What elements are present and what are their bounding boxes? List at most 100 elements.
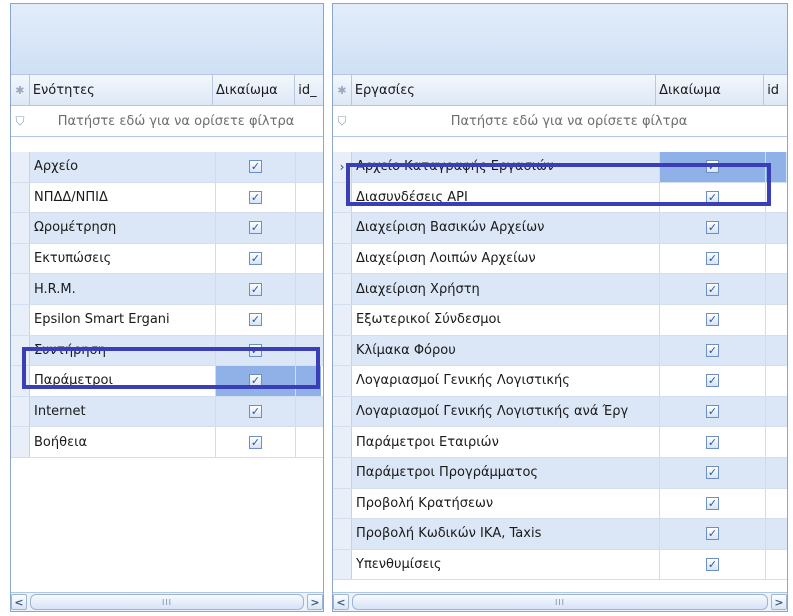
permission-checkbox[interactable]: ✓	[249, 160, 262, 174]
permission-checkbox[interactable]: ✓	[249, 313, 262, 327]
row-name-cell[interactable]: Λογαριασμοί Γενικής Λογιστικής ανά Έργ	[352, 396, 660, 427]
row-name-cell[interactable]: Προβολή Κρατήσεων	[352, 488, 660, 519]
permission-checkbox[interactable]: ✓	[706, 313, 719, 327]
row-indicator[interactable]	[333, 427, 352, 457]
permission-checkbox[interactable]: ✓	[706, 405, 719, 419]
scroll-left-button[interactable]: <	[333, 594, 349, 610]
filter-row[interactable]: ⛉ Πατήστε εδώ για να ορίσετε φίλτρα	[11, 106, 323, 137]
permission-checkbox[interactable]: ✓	[249, 374, 262, 388]
table-row[interactable]: Αρχείο ✓	[11, 152, 323, 183]
permission-checkbox[interactable]: ✓	[249, 435, 262, 449]
table-row[interactable]: Παράμετροι Εταιριών ✓	[333, 427, 787, 458]
row-name-cell[interactable]: Ωρομέτρηση	[30, 213, 216, 243]
row-indicator[interactable]	[11, 152, 30, 182]
row-name-cell[interactable]: Διαχείριση Λοιπών Αρχείων	[352, 243, 660, 274]
row-indicator[interactable]	[333, 274, 352, 304]
scroll-thumb[interactable]: III	[352, 594, 768, 610]
row-name-cell[interactable]: Κλίμακα Φόρου	[352, 335, 660, 366]
table-row[interactable]: Υπενθυμίσεις ✓	[333, 549, 787, 581]
table-row[interactable]: Εκτυπώσεις ✓	[11, 243, 323, 275]
table-row[interactable]: Λογαριασμοί Γενικής Λογιστικής ανά Έργ ✓	[333, 396, 787, 428]
row-indicator[interactable]	[333, 519, 352, 549]
scroll-thumb[interactable]: III	[30, 594, 304, 610]
horizontal-scrollbar[interactable]: < III >	[11, 592, 323, 611]
row-name-cell[interactable]: Υπενθυμίσεις	[352, 549, 660, 580]
table-row[interactable]: Παράμετροι Προγράμματος ✓	[333, 457, 787, 489]
column-header-tasks[interactable]: Εργασίες	[352, 75, 657, 105]
table-row[interactable]: Λογαριασμοί Γενικής Λογιστικής ✓	[333, 366, 787, 397]
row-indicator[interactable]	[333, 457, 352, 488]
filter-row[interactable]: ⛉ Πατήστε εδώ για να ορίσετε φίλτρα	[333, 106, 787, 137]
filter-prompt[interactable]: Πατήστε εδώ για να ορίσετε φίλτρα	[29, 114, 323, 129]
permission-checkbox[interactable]: ✓	[706, 466, 719, 480]
table-row[interactable]: Κλίμακα Φόρου ✓	[333, 335, 787, 367]
permission-checkbox[interactable]: ✓	[249, 252, 262, 266]
permission-checkbox[interactable]: ✓	[249, 221, 262, 235]
row-indicator[interactable]	[333, 366, 352, 396]
row-indicator[interactable]: ›	[333, 152, 352, 182]
table-row[interactable]: Διαχείριση Βασικών Αρχείων ✓	[333, 213, 787, 244]
row-name-cell[interactable]: Λογαριασμοί Γενικής Λογιστικής	[352, 366, 660, 396]
permission-checkbox[interactable]: ✓	[706, 374, 719, 388]
row-name-cell[interactable]: Διαχείριση Βασικών Αρχείων	[352, 213, 660, 243]
column-header-id[interactable]: id_	[295, 75, 323, 105]
column-header-modules[interactable]: Ενότητες	[30, 75, 214, 105]
scroll-right-button[interactable]: >	[771, 594, 787, 610]
permission-checkbox[interactable]: ✓	[706, 190, 719, 204]
row-name-cell[interactable]: Αρχείο Καταγραφής Εργασιών	[352, 152, 660, 182]
table-row[interactable]: Προβολή Κωδικών ΙΚΑ, Taxis ✓	[333, 519, 787, 550]
permission-checkbox[interactable]: ✓	[706, 527, 719, 541]
row-indicator[interactable]	[11, 304, 30, 335]
table-row[interactable]: H.R.M. ✓	[11, 274, 323, 305]
row-name-cell[interactable]: Αρχείο	[30, 152, 216, 182]
permission-checkbox[interactable]: ✓	[249, 282, 262, 296]
table-row[interactable]: Διαχείριση Λοιπών Αρχείων ✓	[333, 243, 787, 275]
row-indicator[interactable]	[11, 213, 30, 243]
table-row[interactable]: Συντήρηση ✓	[11, 335, 323, 367]
row-indicator[interactable]	[11, 182, 30, 213]
row-indicator[interactable]	[11, 427, 30, 457]
row-name-cell[interactable]: Προβολή Κωδικών ΙΚΑ, Taxis	[352, 519, 660, 549]
row-name-cell[interactable]: Εκτυπώσεις	[30, 243, 216, 274]
filter-prompt[interactable]: Πατήστε εδώ για να ορίσετε φίλτρα	[351, 114, 787, 129]
row-indicator[interactable]	[11, 335, 30, 366]
row-indicator[interactable]	[333, 396, 352, 427]
table-row[interactable]: Βοήθεια ✓	[11, 427, 323, 458]
row-indicator[interactable]	[11, 396, 30, 427]
table-row[interactable]: › Αρχείο Καταγραφής Εργασιών ✓	[333, 152, 787, 183]
scroll-right-button[interactable]: >	[307, 594, 323, 610]
table-row[interactable]: Epsilon Smart Ergani ✓	[11, 304, 323, 336]
row-indicator[interactable]	[333, 335, 352, 366]
row-name-cell[interactable]: Παράμετροι Προγράμματος	[352, 457, 660, 488]
permission-checkbox[interactable]: ✓	[249, 405, 262, 419]
row-name-cell[interactable]: Εξωτερικοί Σύνδεσμοι	[352, 304, 660, 335]
row-indicator[interactable]	[11, 243, 30, 274]
table-row[interactable]: Εξωτερικοί Σύνδεσμοι ✓	[333, 304, 787, 336]
column-header-permission[interactable]: Δικαίωμα	[656, 75, 765, 105]
permission-checkbox[interactable]: ✓	[249, 343, 262, 357]
horizontal-scrollbar[interactable]: < III >	[333, 592, 787, 611]
permission-checkbox[interactable]: ✓	[706, 252, 719, 266]
table-row[interactable]: ΝΠΔΔ/ΝΠΙΔ ✓	[11, 182, 323, 214]
permission-checkbox[interactable]: ✓	[706, 496, 719, 510]
permission-checkbox[interactable]: ✓	[706, 160, 719, 174]
row-indicator[interactable]	[333, 213, 352, 243]
permission-checkbox[interactable]: ✓	[249, 190, 262, 204]
row-name-cell[interactable]: Διασυνδέσεις API	[352, 182, 660, 213]
row-indicator[interactable]	[11, 274, 30, 304]
row-name-cell[interactable]: Internet	[30, 396, 216, 427]
table-row[interactable]: Παράμετροι ✓	[11, 366, 323, 397]
table-row[interactable]: Ωρομέτρηση ✓	[11, 213, 323, 244]
row-name-cell[interactable]: Συντήρηση	[30, 335, 216, 366]
permission-checkbox[interactable]: ✓	[706, 282, 719, 296]
permission-checkbox[interactable]: ✓	[706, 221, 719, 235]
scroll-left-button[interactable]: <	[11, 594, 27, 610]
column-header-id[interactable]: id	[764, 75, 787, 105]
table-row[interactable]: Προβολή Κρατήσεων ✓	[333, 488, 787, 520]
row-indicator[interactable]	[11, 366, 30, 396]
table-row[interactable]: Διασυνδέσεις API ✓	[333, 182, 787, 214]
row-name-cell[interactable]: Παράμετροι Εταιριών	[352, 427, 660, 457]
row-indicator[interactable]	[333, 304, 352, 335]
row-name-cell[interactable]: Διαχείριση Χρήστη	[352, 274, 660, 304]
row-indicator[interactable]	[333, 488, 352, 519]
